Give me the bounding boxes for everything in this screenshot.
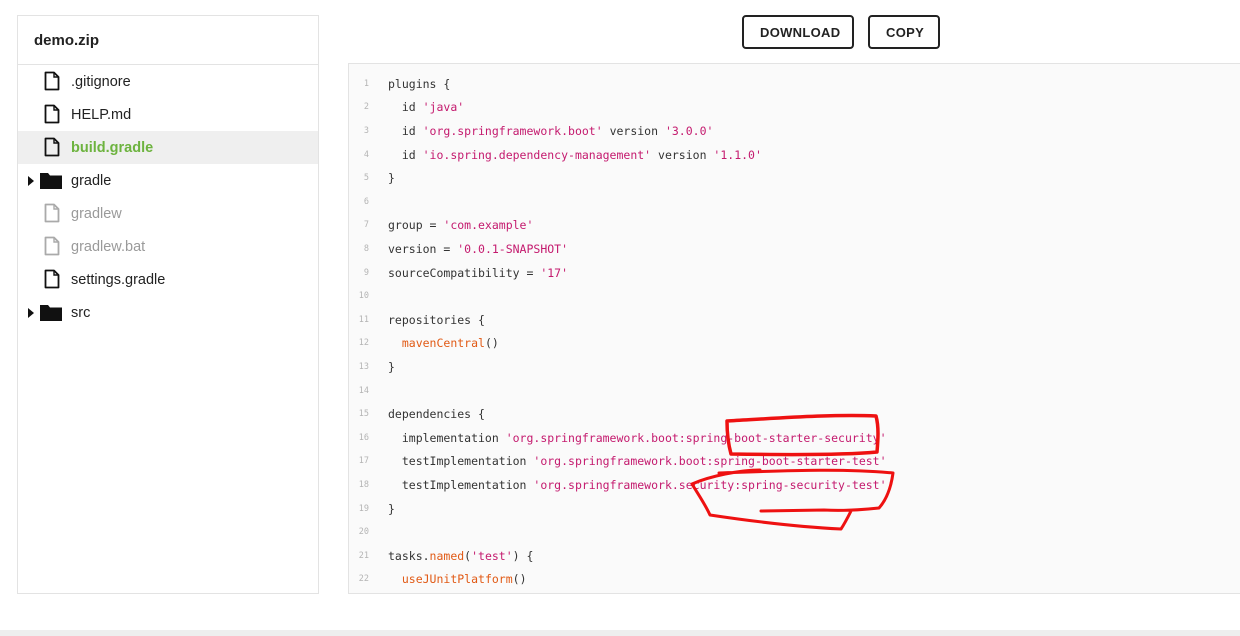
code-text: }	[388, 171, 395, 186]
code-line: 5}	[349, 166, 395, 190]
line-number: 20	[358, 527, 369, 538]
code-line: 22 useJUnitPlatform()	[349, 568, 527, 592]
code-line: 17 testImplementation 'org.springframewo…	[349, 450, 887, 474]
line-number: 15	[358, 409, 369, 420]
code-text: implementation 'org.springframework.boot…	[388, 430, 887, 445]
line-number: 22	[358, 574, 369, 585]
file-icon	[44, 71, 60, 91]
tree-item-label: build.gradle	[71, 139, 154, 156]
line-number: 21	[358, 550, 369, 561]
file-icon	[44, 203, 60, 223]
line-number: 4	[363, 149, 369, 160]
tree-item-label: gradlew	[71, 205, 122, 222]
download-button[interactable]: DOWNLOAD	[742, 15, 854, 49]
tree-file-gitignore[interactable]: .gitignore	[18, 65, 318, 98]
code-line: 21 tasks.named('test') {	[349, 544, 534, 568]
file-tree: .gitignore HELP.md build.gradle gradle gradl…	[18, 65, 318, 329]
code-line: 13}	[349, 355, 395, 379]
file-icon	[44, 269, 60, 289]
tree-folder-src[interactable]: src	[18, 296, 318, 329]
code-text: testImplementation 'org.springframework.…	[388, 454, 887, 469]
line-number: 16	[358, 432, 369, 443]
line-number: 1	[363, 78, 369, 89]
code-line: 7 group = 'com.example'	[349, 214, 534, 238]
tree-file-settings-gradle[interactable]: settings.gradle	[18, 263, 318, 296]
tree-file-build-gradle[interactable]: build.gradle	[18, 131, 318, 164]
tree-folder-gradle[interactable]: gradle	[18, 164, 318, 197]
code-text: useJUnitPlatform()	[401, 572, 527, 587]
code-line: 6	[349, 190, 369, 214]
file-icon	[44, 104, 60, 124]
code-line: 2 id 'java'	[349, 96, 464, 120]
code-text: id 'io.spring.dependency-management' ver…	[388, 147, 762, 162]
code-line: 15 dependencies {	[349, 402, 485, 426]
file-icon	[44, 137, 60, 157]
caret-right-icon[interactable]	[28, 176, 34, 186]
tree-item-label: gradlew.bat	[71, 238, 146, 255]
file-icon	[44, 236, 60, 256]
tree-item-label: gradle	[71, 172, 112, 189]
tree-file-help-md[interactable]: HELP.md	[18, 98, 318, 131]
line-number: 8	[363, 243, 369, 254]
line-number: 5	[363, 173, 369, 184]
footer-bar	[0, 630, 1240, 636]
line-number: 3	[363, 125, 369, 136]
code-line: 1 plugins {	[349, 72, 450, 96]
line-number: 6	[363, 196, 369, 207]
code-text: sourceCompatibility = '17'	[388, 265, 569, 280]
tree-item-label: HELP.md	[71, 106, 132, 123]
line-number: 11	[358, 314, 369, 325]
caret-right-icon[interactable]	[28, 308, 34, 318]
line-number: 2	[363, 102, 369, 113]
line-number: 7	[363, 220, 369, 231]
code-line: 19}	[349, 497, 395, 521]
line-number: 17	[358, 456, 369, 467]
folder-icon	[40, 304, 62, 321]
code-text: id 'org.springframework.boot' version '3…	[388, 123, 714, 138]
folder-icon	[40, 172, 62, 189]
code-text: tasks.named('test') {	[388, 548, 534, 563]
toolbar: DOWNLOAD COPY	[742, 15, 940, 49]
code-line: 16 implementation 'org.springframework.b…	[349, 426, 887, 450]
code-text: version = '0.0.1-SNAPSHOT'	[388, 241, 569, 256]
code-text: repositories {	[388, 312, 485, 327]
tree-item-label: src	[71, 304, 91, 321]
code-line: 9 sourceCompatibility = '17'	[349, 261, 568, 285]
code-line: 3 id 'org.springframework.boot' version …	[349, 119, 714, 143]
code-line: 11 repositories {	[349, 308, 485, 332]
tree-file-gradlew-bat[interactable]: gradlew.bat	[18, 230, 318, 263]
code-text: }	[388, 501, 395, 516]
line-number: 18	[358, 479, 369, 490]
code-line: 8 version = '0.0.1-SNAPSHOT'	[349, 237, 568, 261]
copy-button[interactable]: COPY	[868, 15, 940, 49]
project-explorer: demo.zip .gitignore HELP.md build.gradle gr…	[17, 15, 319, 594]
code-text: plugins {	[388, 76, 451, 91]
code-text: }	[388, 359, 395, 374]
project-name: demo.zip	[18, 16, 318, 65]
code-text: dependencies {	[388, 407, 485, 422]
code-viewer[interactable]: 1 plugins {2 id 'java' 3 id 'org.springfra…	[348, 63, 1240, 594]
line-number: 13	[358, 361, 369, 372]
code-text: group = 'com.example'	[388, 218, 534, 233]
code-text: testImplementation 'org.springframework.…	[388, 477, 887, 492]
code-line: 14	[349, 379, 369, 403]
line-number: 14	[358, 385, 369, 396]
code-text: id 'java'	[388, 100, 465, 115]
code-line: 10	[349, 284, 369, 308]
code-text: mavenCentral()	[401, 336, 499, 351]
code-line: 4 id 'io.spring.dependency-management' v…	[349, 143, 762, 167]
line-number: 10	[358, 291, 369, 302]
tree-file-gradlew[interactable]: gradlew	[18, 197, 318, 230]
line-number: 12	[358, 338, 369, 349]
tree-item-label: .gitignore	[71, 73, 131, 90]
code-line: 20	[349, 520, 369, 544]
code-line: 18 testImplementation 'org.springframewo…	[349, 473, 887, 497]
line-number: 19	[358, 503, 369, 514]
tree-item-label: settings.gradle	[71, 271, 166, 288]
code-line: 12 mavenCentral()	[349, 332, 499, 356]
line-number: 9	[363, 267, 369, 278]
